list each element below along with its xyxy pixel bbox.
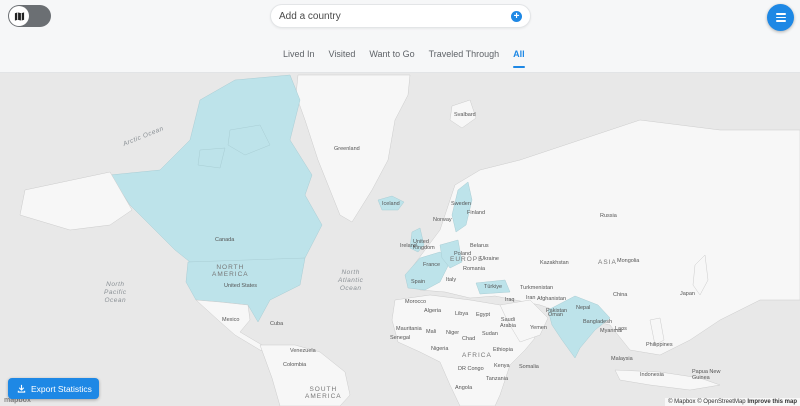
attribution-mapbox[interactable]: © Mapbox <box>668 399 695 405</box>
map-icon <box>14 11 24 21</box>
label-senegal: Senegal <box>390 335 411 341</box>
label-mauritania: Mauritania <box>396 326 422 332</box>
label-turkmenistan: Turkmenistan <box>520 285 554 291</box>
label-egypt: Egypt <box>476 312 491 318</box>
label-north-america: NORTH AMERICA <box>212 264 249 278</box>
label-north-atlantic: North Atlantic Ocean <box>338 269 364 292</box>
download-icon <box>17 384 26 393</box>
country-search-input[interactable] <box>279 8 509 25</box>
label-romania: Romania <box>463 266 486 272</box>
label-kazakhstan: Kazakhstan <box>540 260 569 266</box>
label-spain: Spain <box>411 279 426 285</box>
map-attribution: © Mapbox © OpenStreetMap Improve this ma… <box>665 398 800 406</box>
label-sweden: Sweden <box>451 201 471 207</box>
label-ireland: Ireland <box>400 243 417 249</box>
label-finland: Finland <box>467 210 486 216</box>
filter-tabs: Lived In Visited Want to Go Traveled Thr… <box>276 44 532 68</box>
tab-all[interactable]: All <box>506 44 532 68</box>
label-canada: Canada <box>215 237 235 243</box>
label-iraq: Iraq <box>505 297 515 303</box>
label-morocco: Morocco <box>405 299 427 305</box>
export-statistics-button[interactable]: Export Statistics <box>8 378 99 399</box>
label-chad: Chad <box>462 336 476 342</box>
label-greenland: Greenland <box>334 146 360 152</box>
label-belarus: Belarus <box>470 243 489 249</box>
label-algeria: Algeria <box>424 308 442 314</box>
label-niger: Niger <box>446 330 460 336</box>
label-asia: ASIA <box>598 259 617 266</box>
label-pakistan: Pakistan <box>546 308 568 314</box>
toggle-knob[interactable] <box>9 6 29 26</box>
label-afghanistan: Afghanistan <box>537 296 567 302</box>
add-country-icon[interactable]: + <box>511 11 522 22</box>
label-malaysia: Malaysia <box>611 356 633 362</box>
label-mexico: Mexico <box>222 317 240 323</box>
label-south-america: SOUTH AMERICA <box>305 386 342 400</box>
world-map[interactable]: Greenland Svalbard Iceland Arctic Ocean … <box>0 73 800 406</box>
label-china: China <box>613 292 628 298</box>
country-search: + <box>270 4 531 28</box>
label-saudi-arabia: Saudi Arabia <box>500 317 516 329</box>
attribution-improve[interactable]: Improve this map <box>747 399 797 405</box>
tab-visited[interactable]: Visited <box>322 44 363 68</box>
map-view-toggle[interactable] <box>8 5 51 27</box>
label-united-states: United States <box>224 283 258 289</box>
label-ethiopia: Ethiopia <box>493 347 513 353</box>
tab-lived-in[interactable]: Lived In <box>276 44 322 68</box>
label-africa: AFRICA <box>462 352 492 359</box>
tab-traveled-through[interactable]: Traveled Through <box>422 44 507 68</box>
label-indonesia: Indonesia <box>640 372 664 378</box>
label-russia: Russia <box>600 213 617 219</box>
land-alaska <box>19 171 133 231</box>
label-bangladesh: Bangladesh <box>583 319 613 325</box>
label-svalbard: Svalbard <box>454 112 476 118</box>
app: + Lived In Visited Want to Go Traveled T… <box>0 0 800 406</box>
label-europe: EUROPE <box>450 256 484 263</box>
label-angola: Angola <box>455 385 473 391</box>
label-italy: Italy <box>446 277 457 283</box>
label-iran: Iran <box>526 295 536 301</box>
label-yemen: Yemen <box>530 325 547 331</box>
label-kenya: Kenya <box>494 363 510 369</box>
attribution-osm[interactable]: © OpenStreetMap <box>697 399 745 405</box>
hamburger-icon <box>775 13 786 15</box>
label-mongolia: Mongolia <box>617 258 640 264</box>
label-papua-new-guinea: Papua New Guinea <box>692 369 721 381</box>
label-philippines: Philippines <box>646 342 673 348</box>
label-somalia: Somalia <box>519 364 539 370</box>
label-colombia: Colombia <box>283 362 307 368</box>
label-tanzania: Tanzania <box>486 376 509 382</box>
export-statistics-label: Export Statistics <box>31 383 92 394</box>
label-france: France <box>423 262 441 268</box>
label-japan: Japan <box>680 291 695 297</box>
label-libya: Libya <box>455 311 469 317</box>
label-turkiye: Türkiye <box>484 284 503 290</box>
label-iceland: Iceland <box>382 201 400 207</box>
label-venezuela: Venezuela <box>290 348 316 354</box>
label-laos: Laos <box>615 326 627 332</box>
label-north-pacific: North Pacific Ocean <box>104 281 127 304</box>
top-bar: + Lived In Visited Want to Go Traveled T… <box>0 0 800 73</box>
label-nepal: Nepal <box>576 305 591 311</box>
label-nigeria: Nigeria <box>431 346 449 352</box>
label-sudan: Sudan <box>482 331 498 337</box>
label-mali: Mali <box>426 329 437 335</box>
menu-button[interactable] <box>767 4 794 31</box>
tab-want-to-go[interactable]: Want to Go <box>362 44 421 68</box>
map-canvas <box>19 74 800 406</box>
label-cuba: Cuba <box>270 321 284 327</box>
label-dr-congo: DR Congo <box>458 366 484 372</box>
label-norway: Norway <box>433 217 452 223</box>
land-canada <box>109 74 323 263</box>
